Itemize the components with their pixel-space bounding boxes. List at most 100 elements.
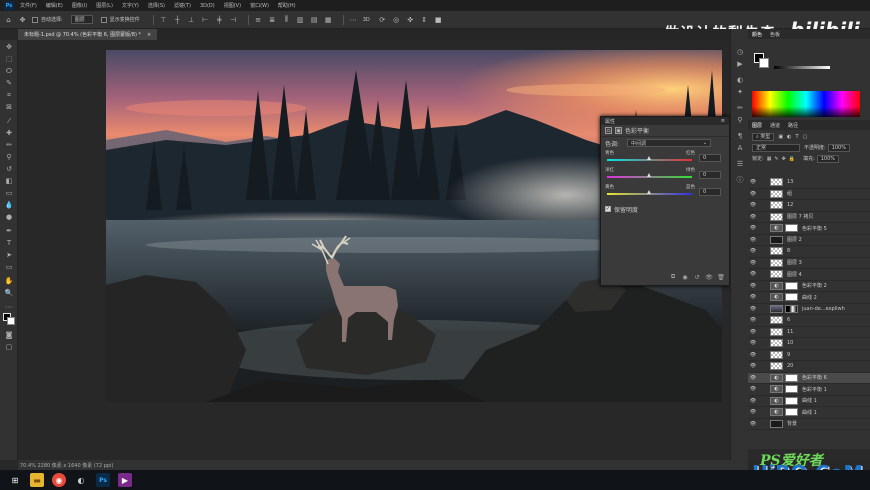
preserve-luminosity-checkbox[interactable]: ✓ [605,206,611,212]
layer-row[interactable]: 👁 6 [748,315,870,327]
adjustments-icon[interactable]: ◐ [735,75,745,85]
layer-row[interactable]: 👁 ◐ 色彩平衡 5 [748,223,870,235]
distribute-icon[interactable]: ▤ [310,15,319,24]
layer-row[interactable]: 👁 ◐ 曲线 2 [748,292,870,304]
photoshop-taskbar-icon[interactable]: Ps [96,473,110,487]
eyedropper-icon[interactable]: ⁄ [4,116,14,126]
document-tab[interactable]: 未标题-1.psd @ 70.4% (色彩平衡 6, 图层蒙版/8) * × [18,29,158,40]
background-color-swatch[interactable] [759,58,769,68]
layer-row[interactable]: 👁 ◐ 曲线 1 [748,396,870,407]
view-previous-icon[interactable]: ◉ [681,273,689,281]
layer-mask-thumbnail[interactable] [785,373,798,382]
path-select-icon[interactable]: ➤ [4,250,14,260]
player-icon[interactable]: ▶ [118,473,132,487]
slider-value-field[interactable]: 0 [699,188,721,196]
lasso-icon[interactable]: ⵔ [4,66,14,76]
trash-icon[interactable]: 🗑 [717,273,725,281]
actions-icon[interactable]: ▶ [735,59,745,69]
visibility-eye-icon[interactable]: 👁 [748,340,758,346]
layer-row[interactable]: 👁 ◐ 色彩平衡 6 [748,372,870,384]
home-icon[interactable]: ⌂ [4,15,13,24]
align-bottom-icon[interactable]: ⊥ [187,15,196,24]
align-top-icon[interactable]: ⊤ [159,15,168,24]
align-center-icon[interactable]: ╪ [215,15,224,24]
layer-filter-dropdown[interactable]: ⌕ 类型 [752,132,775,141]
lock-position-icon[interactable]: ✥ [782,156,786,162]
visibility-eye-icon[interactable]: 👁 [748,398,758,404]
windows-start-icon[interactable]: ⊞ [8,473,22,487]
3d-scale-icon[interactable]: ■ [434,15,443,24]
quick-select-icon[interactable]: ✎ [4,78,14,88]
layer-row[interactable]: 👁 组 [748,189,870,200]
layer-row[interactable]: 👁 ◐ 色彩平衡 2 [748,281,870,292]
layer-row[interactable]: 👁 11 [748,327,870,338]
visibility-eye-icon[interactable]: 👁 [748,271,758,277]
layer-row[interactable]: 👁 9 [748,350,870,361]
lock-brush-icon[interactable]: ✎ [774,156,778,162]
layer-row[interactable]: 👁 图层 3 [748,258,870,269]
blur-icon[interactable]: 💧 [4,200,14,210]
menu-view[interactable]: 视图(V) [224,2,241,9]
brush-icon[interactable]: ✏ [4,140,14,150]
color-spectrum[interactable] [752,91,860,117]
visibility-eye-icon[interactable]: 👁 [705,273,713,281]
filter-type-icon[interactable]: T [796,134,799,140]
distribute-icon[interactable]: ▦ [324,15,333,24]
3d-slide-icon[interactable]: ⇕ [420,15,429,24]
layer-mask-thumbnail[interactable] [785,408,798,417]
zoom-icon[interactable]: 🔍 [4,288,14,298]
layer-mask-thumbnail[interactable] [785,396,798,405]
lock-pixels-icon[interactable]: ▦ [767,156,772,162]
opacity-field[interactable]: 100% [827,143,850,152]
menu-filter[interactable]: 滤镜(T) [174,2,191,9]
layer-row[interactable]: 👁 juan-de...expliwh [748,304,870,315]
more-options-icon[interactable]: ⋯ [349,15,358,24]
gradient-icon[interactable]: ▭ [4,188,14,198]
tab-paths[interactable]: 路径 [788,122,798,129]
tab-color[interactable]: 颜色 [752,31,762,38]
info-icon[interactable]: ⓘ [735,175,745,185]
clip-to-layer-icon[interactable]: ⧉ [669,273,677,281]
preserve-luminosity-row[interactable]: ✓ 保留明度 [601,203,729,215]
layer-row[interactable]: 👁 20 [748,361,870,373]
tab-swatches[interactable]: 色板 [770,31,780,38]
layer-row[interactable]: 👁 ◐ 曲线 1 [748,407,870,419]
visibility-eye-icon[interactable]: 👁 [748,363,758,369]
layer-row[interactable]: 👁 13 [748,177,870,189]
layer-row[interactable]: 👁 图层 4 [748,269,870,281]
slider-thumb[interactable] [647,190,651,194]
slider-value-field[interactable]: 0 [699,171,721,179]
menu-select[interactable]: 选择(S) [148,2,165,9]
chrome-icon[interactable]: ◉ [52,473,66,487]
menu-help[interactable]: 帮助(H) [278,2,296,9]
dodge-icon[interactable]: ● [4,212,14,222]
slider-thumb[interactable] [647,156,651,160]
menu-layer[interactable]: 图层(L) [96,2,113,9]
close-icon[interactable]: × [147,32,151,38]
more-tools-icon[interactable]: ⋯ [4,302,14,312]
3d-orbit-icon[interactable]: ⟳ [378,15,387,24]
menu-window[interactable]: 窗口(W) [250,2,269,9]
show-transform-checkbox[interactable] [100,16,107,23]
visibility-eye-icon[interactable]: 👁 [748,409,758,415]
fill-field[interactable]: 100% [816,154,840,163]
distribute-icon[interactable]: ⫼ [282,15,291,24]
visibility-eye-icon[interactable]: 👁 [748,191,758,197]
visibility-eye-icon[interactable]: 👁 [748,352,758,358]
menu-type[interactable]: 文字(Y) [122,2,139,9]
menu-edit[interactable]: 编辑(E) [46,2,63,9]
hand-icon[interactable]: ✋ [4,276,14,286]
filter-shape-icon[interactable]: ▢ [803,134,808,140]
align-right-icon[interactable]: ⊣ [229,15,238,24]
3d-roll-icon[interactable]: ◎ [392,15,401,24]
clone-stamp-icon[interactable]: ⚲ [4,152,14,162]
frame-icon[interactable]: ⊠ [4,102,14,112]
properties-icon[interactable]: ☰ [735,159,745,169]
layer-row[interactable]: 👁 背景 [748,419,870,430]
blend-mode-dropdown[interactable]: 正常 [752,143,800,152]
styles-icon[interactable]: ✦ [735,87,745,97]
panel-menu-icon[interactable]: ≡ [721,118,725,124]
eraser-icon[interactable]: ◧ [4,176,14,186]
quick-mask-icon[interactable]: ◙ [4,330,14,340]
distribute-icon[interactable]: ≡ [254,15,263,24]
